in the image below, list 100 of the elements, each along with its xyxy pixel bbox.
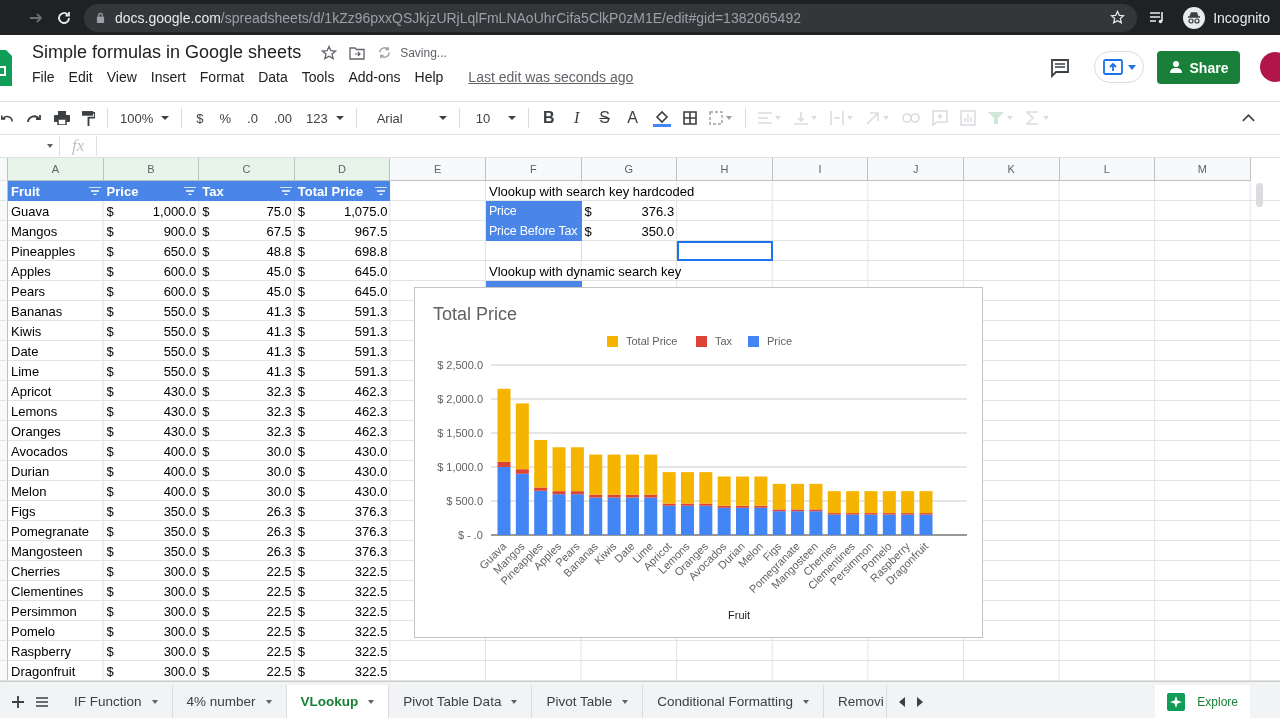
address-bar[interactable]: docs.google.com/spreadsheets/d/1kZz96pxxQSJkjzURjLqlFmLNAoUhrCifa5ClkP0zM1E/edit#gid=1382065492 bbox=[84, 3, 1138, 32]
collapse-icon[interactable] bbox=[1242, 114, 1255, 122]
merge-cells-icon[interactable] bbox=[708, 111, 733, 125]
sheet-tab[interactable]: Pivot Table bbox=[532, 685, 644, 718]
row-header[interactable] bbox=[0, 181, 8, 201]
column-header[interactable]: H bbox=[677, 158, 773, 181]
font-dropdown[interactable]: Arial bbox=[368, 110, 447, 126]
row-header[interactable] bbox=[0, 421, 8, 441]
row-header[interactable] bbox=[0, 441, 8, 461]
link-icon[interactable] bbox=[901, 113, 920, 123]
scrollbar-thumb[interactable] bbox=[1256, 183, 1263, 207]
column-header[interactable]: E bbox=[390, 158, 486, 181]
playlist-icon[interactable] bbox=[1149, 9, 1166, 26]
column-header[interactable]: C bbox=[199, 158, 295, 181]
grid-cell[interactable] bbox=[581, 241, 678, 261]
menu-item[interactable]: Insert bbox=[143, 69, 193, 85]
row-header[interactable] bbox=[0, 501, 8, 521]
text-style-button[interactable]: I bbox=[568, 109, 585, 127]
row-header[interactable] bbox=[0, 561, 8, 581]
sheets-logo-icon[interactable] bbox=[0, 50, 12, 86]
row-header[interactable] bbox=[0, 621, 8, 641]
add-sheet-icon[interactable] bbox=[12, 695, 24, 708]
row-header[interactable] bbox=[0, 221, 8, 241]
profile-chip[interactable]: Incognito bbox=[1183, 6, 1270, 29]
row-header[interactable] bbox=[0, 201, 8, 221]
fill-color-icon[interactable] bbox=[652, 109, 671, 127]
column-header[interactable]: G bbox=[581, 158, 678, 181]
chart-icon[interactable] bbox=[959, 110, 976, 126]
comment-icon[interactable] bbox=[1050, 58, 1070, 78]
column-header[interactable]: A bbox=[8, 158, 104, 181]
borders-icon[interactable] bbox=[682, 111, 697, 125]
sheet-tab[interactable]: Pivot Table Data bbox=[389, 685, 533, 718]
font-size-dropdown[interactable]: 10 bbox=[471, 110, 516, 126]
star-icon[interactable] bbox=[321, 44, 338, 61]
row-header[interactable] bbox=[0, 601, 8, 621]
align-icon[interactable] bbox=[757, 111, 782, 125]
row-header[interactable] bbox=[0, 241, 8, 261]
row-header[interactable] bbox=[0, 321, 8, 341]
percent-button[interactable]: % bbox=[217, 110, 234, 126]
row-header[interactable] bbox=[0, 381, 8, 401]
row-header[interactable] bbox=[0, 341, 8, 361]
column-header[interactable]: D bbox=[294, 158, 391, 181]
zoom-dropdown[interactable]: 100% bbox=[120, 110, 170, 126]
column-header[interactable]: L bbox=[1059, 158, 1156, 181]
redo-icon[interactable] bbox=[26, 112, 42, 124]
filter-icon[interactable] bbox=[279, 187, 292, 195]
filter-icon[interactable] bbox=[184, 187, 197, 195]
column-header[interactable]: I bbox=[772, 158, 869, 181]
sheet-tab[interactable]: Conditional Formatting bbox=[643, 685, 824, 718]
menu-item[interactable]: Data bbox=[251, 69, 295, 85]
column-header[interactable]: K bbox=[963, 158, 1060, 181]
filter-icon[interactable] bbox=[88, 187, 101, 195]
row-header[interactable] bbox=[0, 661, 8, 681]
corner-cell[interactable] bbox=[0, 158, 8, 181]
menu-item[interactable]: Help bbox=[407, 69, 451, 85]
share-button[interactable]: Share bbox=[1157, 51, 1240, 84]
filter-icon[interactable] bbox=[375, 187, 388, 195]
column-header[interactable]: F bbox=[485, 158, 582, 181]
text-style-button[interactable]: A bbox=[624, 109, 641, 127]
wrap-icon[interactable] bbox=[829, 111, 854, 125]
paint-format-icon[interactable] bbox=[82, 110, 95, 126]
rotate-icon[interactable] bbox=[865, 111, 890, 125]
filter-icon[interactable] bbox=[987, 111, 1014, 125]
menu-item[interactable]: Tools bbox=[294, 69, 342, 85]
text-style-button[interactable]: B bbox=[540, 109, 557, 127]
column-header[interactable]: J bbox=[868, 158, 964, 181]
row-header[interactable] bbox=[0, 361, 8, 381]
selected-cell[interactable] bbox=[677, 241, 773, 261]
sheet-tab[interactable]: VLookup bbox=[286, 685, 390, 718]
row-header[interactable] bbox=[0, 521, 8, 541]
chart-card[interactable] bbox=[414, 287, 983, 638]
menu-item[interactable]: File bbox=[32, 69, 62, 85]
row-header[interactable] bbox=[0, 301, 8, 321]
sheet-tab[interactable]: Removi bbox=[824, 685, 887, 718]
row-header[interactable] bbox=[0, 261, 8, 281]
menu-item[interactable]: Edit bbox=[61, 69, 100, 85]
add-comment-icon[interactable] bbox=[931, 110, 948, 126]
sheet-tab[interactable]: 4% number bbox=[172, 685, 287, 718]
text-style-button[interactable]: S bbox=[596, 109, 613, 127]
currency-button[interactable]: $ bbox=[194, 110, 206, 126]
row-header[interactable] bbox=[0, 481, 8, 501]
last-edit-link[interactable]: Last edit was seconds ago bbox=[468, 69, 634, 85]
print-icon[interactable] bbox=[54, 111, 70, 125]
folder-icon[interactable] bbox=[349, 45, 366, 60]
sheet-tab[interactable]: IF Function bbox=[60, 685, 173, 718]
vertical-align-icon[interactable] bbox=[793, 111, 818, 125]
grid-cell[interactable] bbox=[485, 241, 582, 261]
number-format-dropdown[interactable]: 123 bbox=[305, 110, 344, 126]
column-header[interactable]: B bbox=[103, 158, 200, 181]
undo-icon[interactable] bbox=[0, 112, 14, 124]
explore-button[interactable]: Explore bbox=[1155, 685, 1250, 718]
increase-decimals-button[interactable]: .00 bbox=[271, 110, 294, 126]
scroll-left-icon[interactable] bbox=[899, 696, 905, 707]
column-header[interactable]: M bbox=[1155, 158, 1251, 181]
row-header[interactable] bbox=[0, 401, 8, 421]
decrease-decimals-button[interactable]: .0 bbox=[245, 110, 260, 126]
row-header[interactable] bbox=[0, 281, 8, 301]
sum-icon[interactable] bbox=[1025, 111, 1050, 125]
row-header[interactable] bbox=[0, 461, 8, 481]
document-title[interactable]: Simple formulas in Google sheets bbox=[32, 42, 302, 63]
